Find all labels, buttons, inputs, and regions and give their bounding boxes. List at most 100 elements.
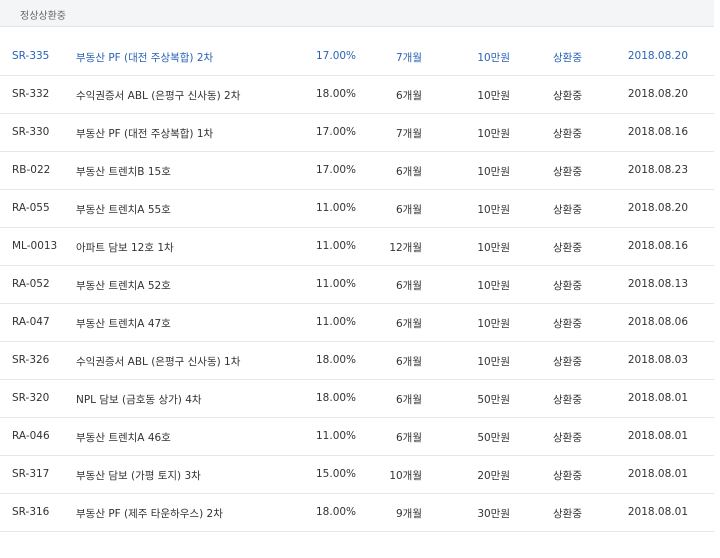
loan-term: 6개월 bbox=[395, 166, 422, 178]
start-date: 2018.08.23 bbox=[627, 164, 688, 176]
product-code: RA-052 bbox=[12, 278, 50, 290]
min-amount: 50만원 bbox=[477, 394, 510, 406]
product-name: 부동산 트렌치A 55호 bbox=[76, 204, 171, 216]
product-name: 부동산 트렌치A 52호 bbox=[76, 280, 171, 292]
table-row[interactable]: SR-317 부동산 담보 (가평 토지) 3차 15.00% 10개월 20만원 상환중… bbox=[0, 456, 714, 494]
interest-rate: 18.00% bbox=[316, 354, 357, 366]
product-name: 아파트 담보 12호 1차 bbox=[76, 242, 174, 254]
product-code: RA-055 bbox=[12, 202, 50, 214]
loan-term: 6개월 bbox=[395, 318, 422, 330]
table-row[interactable]: ML-0013 아파트 담보 12호 1차 11.00% 12개월 10만원 상환중 201… bbox=[0, 228, 714, 266]
product-name: 부동산 PF (대전 주상복합) 1차 bbox=[76, 128, 214, 140]
start-date: 2018.08.20 bbox=[627, 50, 688, 62]
repayment-status: 상환중 bbox=[553, 204, 582, 216]
loan-term: 6개월 bbox=[395, 90, 422, 102]
min-amount: 30만원 bbox=[477, 508, 510, 520]
interest-rate: 17.00% bbox=[316, 50, 357, 62]
start-date: 2018.08.20 bbox=[627, 202, 688, 214]
product-name: NPL 담보 (금호동 상가) 4차 bbox=[76, 394, 202, 406]
repayment-status: 상환중 bbox=[553, 508, 582, 520]
loan-term: 6개월 bbox=[395, 356, 422, 368]
start-date: 2018.08.16 bbox=[627, 240, 688, 252]
table-row[interactable]: SR-316 부동산 PF (제주 타운하우스) 2차 18.00% 9개월 30만원 상… bbox=[0, 494, 714, 532]
table-row[interactable]: RA-046 부동산 트렌치A 46호 11.00% 6개월 50만원 상환중 2018.0… bbox=[0, 418, 714, 456]
interest-rate: 11.00% bbox=[316, 202, 357, 214]
loan-term: 7개월 bbox=[395, 52, 422, 64]
product-code: SR-316 bbox=[12, 506, 50, 518]
loan-term: 9개월 bbox=[395, 508, 422, 520]
table-row[interactable]: SR-332 수익권증서 ABL (은평구 신사동) 2차 18.00% 6개월 10만… bbox=[0, 76, 714, 114]
table-row[interactable]: SR-330 부동산 PF (대전 주상복합) 1차 17.00% 7개월 10만원 상환… bbox=[0, 114, 714, 152]
product-code: SR-335 bbox=[12, 50, 50, 62]
repayment-status: 상환중 bbox=[553, 166, 582, 178]
repayment-status: 상환중 bbox=[553, 356, 582, 368]
repayment-status: 상환중 bbox=[553, 280, 582, 292]
interest-rate: 18.00% bbox=[316, 392, 357, 404]
product-code: ML-0013 bbox=[12, 240, 58, 252]
repayment-status: 상환중 bbox=[553, 470, 582, 482]
min-amount: 10만원 bbox=[477, 52, 510, 64]
product-name: 부동산 트렌치A 46호 bbox=[76, 432, 171, 444]
interest-rate: 11.00% bbox=[316, 316, 357, 328]
product-code: RA-047 bbox=[12, 316, 50, 328]
repayment-status: 상환중 bbox=[553, 52, 582, 64]
product-code: SR-320 bbox=[12, 392, 50, 404]
start-date: 2018.08.03 bbox=[627, 354, 688, 366]
product-code: SR-326 bbox=[12, 354, 50, 366]
min-amount: 50만원 bbox=[477, 432, 510, 444]
repayment-status: 상환중 bbox=[553, 242, 582, 254]
loan-term: 10개월 bbox=[389, 470, 422, 482]
product-name: 부동산 트렌치A 47호 bbox=[76, 318, 171, 330]
table-row[interactable]: SR-326 수익권증서 ABL (은평구 신사동) 1차 18.00% 6개월 10만… bbox=[0, 342, 714, 380]
loan-term: 7개월 bbox=[395, 128, 422, 140]
table-row[interactable]: RB-022 부동산 트렌치B 15호 17.00% 6개월 10만원 상환중 2018.0… bbox=[0, 152, 714, 190]
repayment-status: 상환중 bbox=[553, 128, 582, 140]
min-amount: 20만원 bbox=[477, 470, 510, 482]
loan-term: 6개월 bbox=[395, 394, 422, 406]
product-name: 부동산 트렌치B 15호 bbox=[76, 166, 171, 178]
min-amount: 10만원 bbox=[477, 204, 510, 216]
section-tab-label[interactable]: 정상상환중 bbox=[20, 7, 66, 22]
interest-rate: 18.00% bbox=[316, 88, 357, 100]
start-date: 2018.08.01 bbox=[627, 430, 688, 442]
product-code: SR-317 bbox=[12, 468, 50, 480]
product-code: SR-332 bbox=[12, 88, 50, 100]
table-row[interactable]: RA-052 부동산 트렌치A 52호 11.00% 6개월 10만원 상환중 2018.0… bbox=[0, 266, 714, 304]
product-name: 부동산 PF (제주 타운하우스) 2차 bbox=[76, 508, 223, 520]
interest-rate: 15.00% bbox=[316, 468, 357, 480]
repayment-status: 상환중 bbox=[553, 318, 582, 330]
loan-term: 6개월 bbox=[395, 204, 422, 216]
interest-rate: 17.00% bbox=[316, 126, 357, 138]
min-amount: 10만원 bbox=[477, 356, 510, 368]
loan-term: 6개월 bbox=[395, 432, 422, 444]
interest-rate: 11.00% bbox=[316, 430, 357, 442]
min-amount: 10만원 bbox=[477, 128, 510, 140]
interest-rate: 11.00% bbox=[316, 278, 357, 290]
min-amount: 10만원 bbox=[477, 318, 510, 330]
repayment-status: 상환중 bbox=[553, 394, 582, 406]
interest-rate: 18.00% bbox=[316, 506, 357, 518]
repayment-status: 상환중 bbox=[553, 432, 582, 444]
min-amount: 10만원 bbox=[477, 280, 510, 292]
start-date: 2018.08.01 bbox=[627, 392, 688, 404]
min-amount: 10만원 bbox=[477, 242, 510, 254]
start-date: 2018.08.16 bbox=[627, 126, 688, 138]
product-code: RB-022 bbox=[12, 164, 51, 176]
section-header: 정상상환중 bbox=[0, 0, 714, 27]
interest-rate: 17.00% bbox=[316, 164, 357, 176]
product-name: 부동산 PF (대전 주상복합) 2차 bbox=[76, 52, 214, 64]
start-date: 2018.08.01 bbox=[627, 506, 688, 518]
table-row[interactable]: RA-047 부동산 트렌치A 47호 11.00% 6개월 10만원 상환중 2018.0… bbox=[0, 304, 714, 342]
loan-term: 12개월 bbox=[389, 242, 422, 254]
product-code: RA-046 bbox=[12, 430, 50, 442]
product-code: SR-330 bbox=[12, 126, 50, 138]
table-row[interactable]: RA-055 부동산 트렌치A 55호 11.00% 6개월 10만원 상환중 2018.0… bbox=[0, 190, 714, 228]
loan-term: 6개월 bbox=[395, 280, 422, 292]
product-name: 부동산 담보 (가평 토지) 3차 bbox=[76, 470, 201, 482]
product-table: SR-335 부동산 PF (대전 주상복합) 2차 17.00% 7개월 10만원 상환… bbox=[0, 38, 714, 532]
repayment-status: 상환중 bbox=[553, 90, 582, 102]
table-row[interactable]: SR-320 NPL 담보 (금호동 상가) 4차 18.00% 6개월 50만원 상환중… bbox=[0, 380, 714, 418]
table-row[interactable]: SR-335 부동산 PF (대전 주상복합) 2차 17.00% 7개월 10만원 상환… bbox=[0, 38, 714, 76]
interest-rate: 11.00% bbox=[316, 240, 357, 252]
start-date: 2018.08.20 bbox=[627, 88, 688, 100]
